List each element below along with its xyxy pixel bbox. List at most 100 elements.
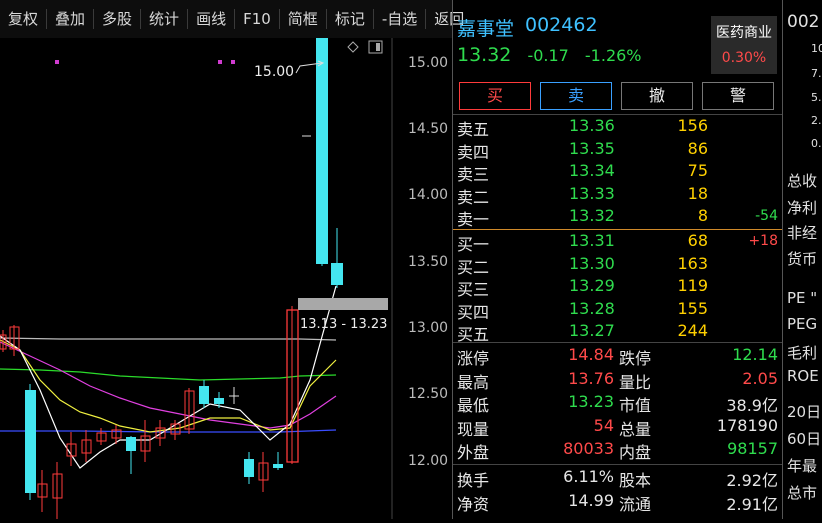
toolbar-draw-line-button[interactable]: 画线 — [188, 9, 236, 29]
bid-row[interactable]: 买三 13.29 119 — [453, 276, 782, 299]
ask-price: 13.35 — [569, 138, 615, 158]
bid-volume: 155 — [677, 298, 708, 318]
ask-volume: 86 — [687, 138, 708, 158]
bid-volume: 119 — [677, 276, 708, 295]
stat-value: 14.84 — [568, 345, 614, 364]
sector-badge[interactable]: 医药商业 0.30% — [711, 16, 777, 74]
stat-value: 12.14 — [732, 345, 778, 364]
stat-value: 54 — [593, 415, 614, 435]
cancel-button[interactable]: 撤 — [621, 82, 693, 110]
bid-price: 13.31 — [569, 231, 615, 250]
stat-label: 总量 — [619, 419, 652, 439]
ask-price: 13.36 — [569, 116, 615, 135]
bid-row[interactable]: 买二 13.30 163 — [453, 253, 782, 277]
bid-label: 买四 — [457, 302, 490, 322]
ask-row[interactable]: 卖三 13.34 75 — [453, 161, 782, 184]
ask-row[interactable]: 卖四 13.35 86 — [453, 138, 782, 162]
ask-volume: 18 — [687, 183, 708, 203]
toolbar-overlay-button[interactable]: 叠加 — [47, 9, 95, 29]
stat-label: 股本 — [619, 471, 652, 490]
bid-volume: 163 — [677, 253, 708, 273]
bid-price: 13.28 — [569, 298, 615, 318]
right-info-panel: 002 10.5 7.9 5.2 2.6 0.0 总收净利非经货币 PE " PEG… — [783, 0, 822, 519]
high-price-tag: 15.00 — [254, 64, 294, 80]
stat-value: 38.9亿 — [726, 396, 778, 415]
stat-label: 最低 — [457, 396, 490, 415]
ask-volume: 156 — [677, 116, 708, 135]
alert-button[interactable]: 警 — [702, 82, 774, 110]
range-tag: 13.13 - 13.23 — [300, 317, 387, 332]
toolbar-mark-button[interactable]: 标记 — [327, 9, 374, 29]
toolbar-stats-button[interactable]: 统计 — [141, 9, 189, 29]
stock-name: 嘉事堂 — [457, 18, 515, 40]
stat-label: 外盘 — [457, 443, 490, 462]
marker-dot — [55, 60, 59, 64]
ask-row[interactable]: 卖一 13.32 8 -54 — [453, 206, 782, 229]
divider — [453, 464, 782, 465]
stat-row: 涨停 14.84 跌停 12.14 — [453, 345, 782, 368]
ask-row[interactable]: 卖二 13.33 18 — [453, 183, 782, 207]
bid-volume-change: +18 — [748, 233, 778, 249]
right-item-label: 20日 — [787, 403, 822, 421]
marker-dot — [218, 60, 222, 64]
ask-row[interactable]: 卖五 13.36 156 — [453, 116, 782, 139]
stat-row: 净资 14.99 流通 2.91亿 — [453, 491, 782, 514]
price-change-pct: -1.26% — [584, 46, 642, 65]
sector-pct: 0.30% — [721, 50, 767, 66]
bid-row[interactable]: 买五 13.27 244 — [453, 321, 782, 344]
stock-code: 002462 — [525, 14, 598, 36]
bid-label: 买一 — [457, 235, 490, 254]
stat-value: 80033 — [563, 439, 614, 458]
ask-volume: 8 — [697, 206, 708, 225]
quote-panel: 嘉事堂 002462 13.32 -0.17 -1.26% 医药商业 0.30%… — [453, 0, 782, 519]
ask-price: 13.33 — [569, 183, 615, 203]
divider — [453, 114, 782, 115]
stat-row: 最低 13.23 市值 38.9亿 — [453, 392, 782, 415]
bid-label: 买三 — [457, 280, 490, 299]
y-tick-label: 12.50 — [408, 386, 448, 402]
right-code: 002 — [787, 12, 820, 32]
sell-button[interactable]: 卖 — [540, 82, 612, 110]
buy-button[interactable]: 买 — [459, 82, 531, 110]
stat-value: 13.76 — [568, 368, 614, 388]
ask-label: 卖三 — [457, 165, 490, 184]
current-price: 13.32 — [457, 44, 512, 66]
stat-label: 市值 — [619, 396, 652, 415]
toolbar-fuquan-button[interactable]: 复权 — [0, 9, 48, 29]
toolbar-watchlist-button[interactable]: -自选 — [374, 9, 427, 29]
bid-row[interactable]: 买一 13.31 68 +18 — [453, 231, 782, 254]
mini-axis-label: 2.6 — [811, 114, 822, 127]
stat-label: 涨停 — [457, 349, 490, 368]
sector-name: 医药商业 — [716, 25, 772, 41]
stat-label: 跌停 — [619, 349, 652, 368]
ask-label: 卖一 — [457, 210, 490, 229]
mini-axis-label: 10.5 — [811, 42, 822, 55]
range-box — [298, 298, 388, 310]
toolbar-multi-stock-button[interactable]: 多股 — [94, 9, 142, 29]
stat-value: 14.99 — [568, 490, 614, 510]
toolbar-f10-button[interactable]: F10 — [235, 9, 280, 29]
right-item-label: PEG — [787, 315, 818, 333]
kline-svg[interactable]: 15.00 13.13 - 13.23 15.00 14.50 14.00 13… — [0, 34, 452, 519]
divider — [453, 342, 782, 343]
right-item-label: 年最 — [787, 457, 818, 475]
bid-volume: 244 — [677, 321, 708, 340]
stat-value: 13.23 — [568, 392, 614, 411]
ask-label: 卖四 — [457, 142, 490, 162]
stat-value: 6.11% — [563, 467, 614, 486]
ask-price: 13.32 — [569, 206, 615, 225]
right-item-label: 总收 — [787, 172, 818, 190]
stat-value: 2.92亿 — [726, 471, 778, 490]
y-tick-label: 15.00 — [408, 55, 448, 71]
bid-label: 买二 — [457, 257, 490, 277]
bid-volume: 68 — [687, 231, 708, 250]
stat-label: 净资 — [457, 494, 490, 514]
ask-price: 13.34 — [569, 161, 615, 180]
bid-row[interactable]: 买四 13.28 155 — [453, 298, 782, 322]
toolbar-simple-frame-button[interactable]: 简框 — [280, 9, 327, 29]
stat-value: 2.05 — [742, 368, 778, 388]
stat-row: 外盘 80033 内盘 98157 — [453, 439, 782, 462]
stat-label: 换手 — [457, 471, 490, 490]
price-line: 13.32 -0.17 -1.26% — [457, 44, 652, 66]
kline-chart[interactable]: 15.00 13.13 - 13.23 15.00 14.50 14.00 13… — [0, 34, 452, 519]
